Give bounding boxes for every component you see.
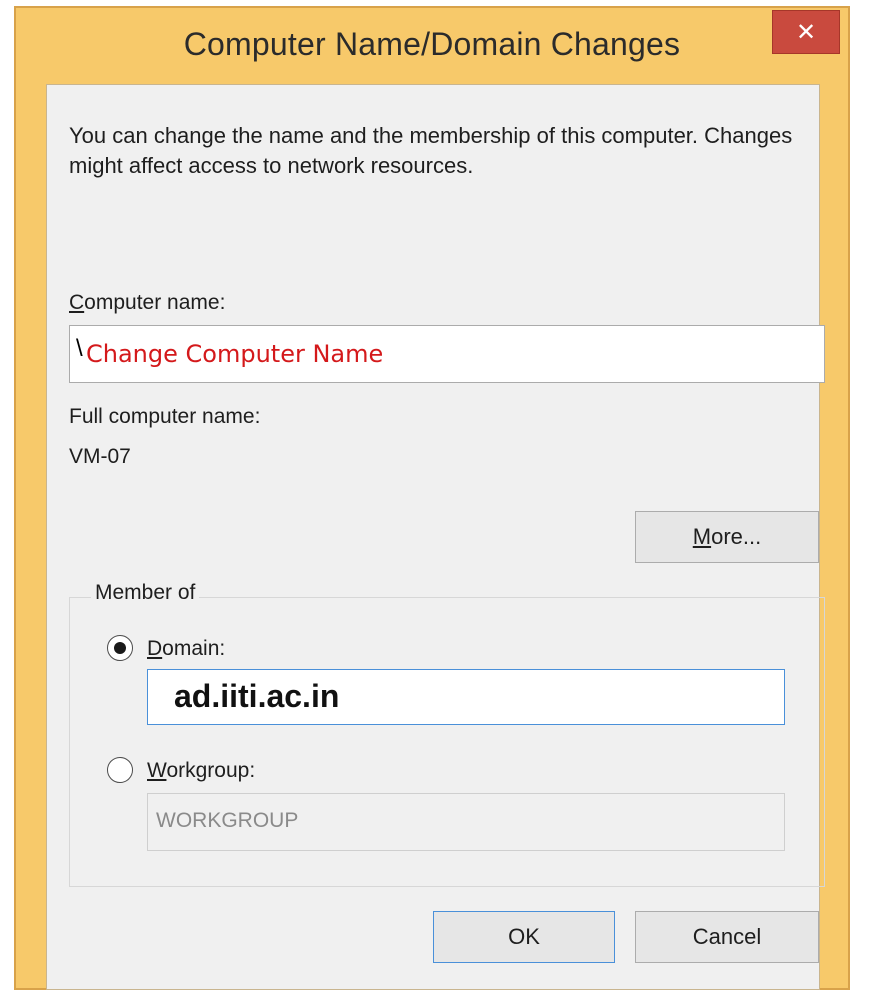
domain-input[interactable]: ad.iiti.ac.in <box>147 669 785 725</box>
computer-name-value: Change Computer Name <box>86 340 384 368</box>
member-of-legend: Member of <box>91 581 200 605</box>
more-button[interactable]: More... <box>635 511 819 563</box>
window-title: Computer Name/Domain Changes <box>183 26 681 62</box>
domain-label[interactable]: Domain: <box>147 637 225 661</box>
workgroup-input[interactable]: WORKGROUP <box>147 793 785 851</box>
full-computer-name-value: VM-07 <box>69 445 131 468</box>
dialog-window: Computer Name/Domain Changes ✕ You can c… <box>14 6 850 990</box>
dialog-body: You can change the name and the membersh… <box>46 84 825 990</box>
description-text: You can change the name and the membersh… <box>69 123 793 178</box>
cancel-button[interactable]: Cancel <box>635 911 819 963</box>
full-computer-name-label: Full computer name: <box>69 405 261 428</box>
workgroup-value: WORKGROUP <box>156 809 299 832</box>
workgroup-label[interactable]: Workgroup: <box>147 759 255 783</box>
close-icon: ✕ <box>795 18 817 46</box>
domain-radio[interactable] <box>107 635 133 661</box>
computer-name-label: Computer name: <box>69 291 226 314</box>
radio-selected-icon <box>114 642 126 654</box>
computer-name-input[interactable]: \ Change Computer Name <box>69 325 825 383</box>
ok-button[interactable]: OK <box>433 911 615 963</box>
workgroup-radio[interactable] <box>107 757 133 783</box>
title-bar[interactable]: Computer Name/Domain Changes ✕ <box>16 8 848 88</box>
domain-value: ad.iiti.ac.in <box>174 678 340 714</box>
close-button[interactable]: ✕ <box>772 10 840 54</box>
computer-name-prefix: \ <box>76 335 83 362</box>
